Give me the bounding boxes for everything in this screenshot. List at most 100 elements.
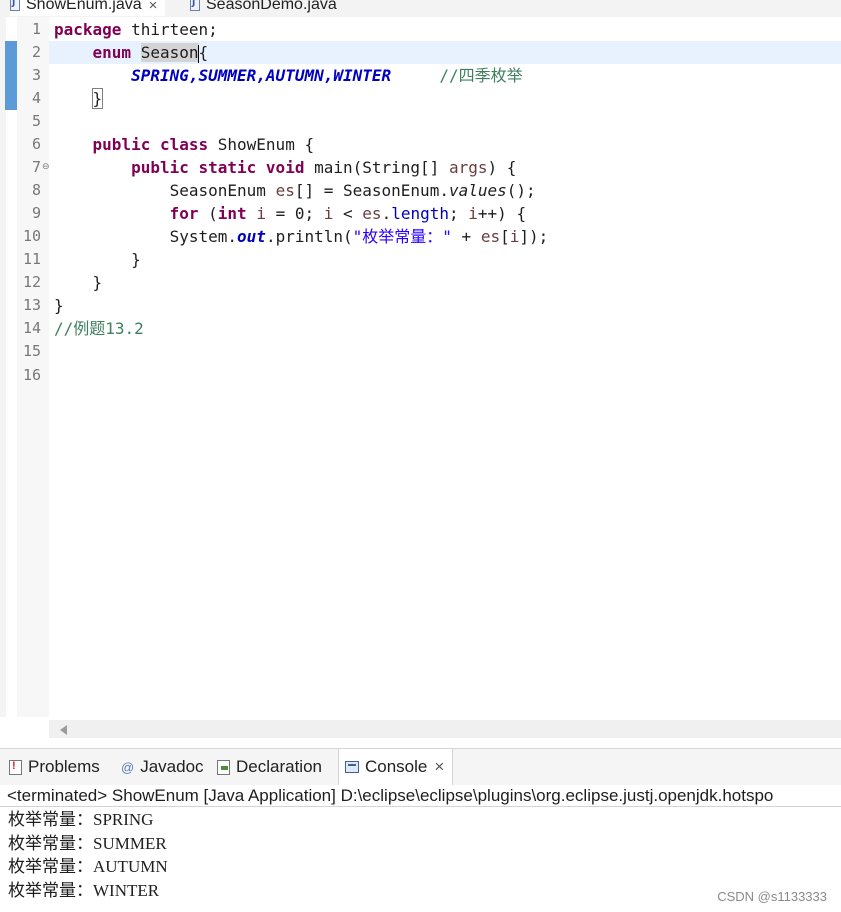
code-text: SeasonEnum bbox=[169, 181, 276, 200]
code-text: { bbox=[198, 43, 209, 62]
code-line: 4 } bbox=[0, 87, 841, 110]
editor-tab-bar: ShowEnum.java × SeasonDemo.java bbox=[0, 0, 841, 18]
code-text: } bbox=[54, 296, 64, 315]
keyword: public class bbox=[92, 135, 209, 154]
code-text: [] = SeasonEnum. bbox=[294, 181, 449, 200]
code-line: 15 bbox=[0, 340, 841, 363]
code-comment: //四季枚举 bbox=[439, 66, 523, 85]
variable: i bbox=[323, 204, 334, 223]
code-text: ++) { bbox=[477, 204, 527, 223]
static-method: values bbox=[448, 181, 507, 200]
field: length bbox=[391, 204, 449, 223]
watermark: CSDN @s1133333 bbox=[717, 889, 827, 904]
matching-bracket: } bbox=[91, 88, 104, 109]
code-line: 3 SPRING,SUMMER,AUTUMN,WINTER //四季枚举 bbox=[0, 64, 841, 87]
line-number: 8 bbox=[31, 181, 41, 199]
code-line: 10 System.out.println("枚举常量：" + es[i]); bbox=[0, 225, 841, 248]
code-text: } bbox=[131, 250, 141, 269]
code-text: main(String[] bbox=[304, 158, 449, 177]
variable: i bbox=[256, 204, 266, 223]
tab-console[interactable]: Console × bbox=[338, 749, 454, 785]
console-line: 枚举常量：SPRING bbox=[8, 810, 154, 829]
code-line: 1 package thirteen; bbox=[0, 18, 841, 41]
line-number: 14 bbox=[22, 319, 41, 337]
variable: es bbox=[362, 204, 382, 223]
variable: i bbox=[468, 204, 478, 223]
tab-label: Javadoc bbox=[140, 757, 204, 776]
code-editor[interactable]: 1 package thirteen; 2 enum Season{ 3 SPR… bbox=[0, 17, 841, 717]
code-line: 6 public class ShowEnum { bbox=[0, 133, 841, 156]
close-icon[interactable]: × bbox=[149, 0, 158, 14]
code-text: (); bbox=[506, 181, 536, 200]
horizontal-scrollbar[interactable] bbox=[49, 720, 841, 738]
code-line: 5 bbox=[0, 110, 841, 133]
close-icon[interactable]: × bbox=[434, 757, 444, 777]
selected-identifier: Season bbox=[140, 43, 199, 62]
code-text: [ bbox=[500, 227, 510, 246]
code-text: } bbox=[92, 273, 103, 292]
line-number: 12 bbox=[22, 273, 41, 291]
line-number: 3 bbox=[31, 66, 41, 84]
line-number: 15 bbox=[22, 342, 41, 360]
keyword: public static void bbox=[131, 158, 305, 177]
console-line: 枚举常量：SUMMER bbox=[8, 833, 167, 853]
code-line: 12 } bbox=[0, 271, 841, 294]
code-text: .println( bbox=[265, 227, 353, 246]
console-line: 枚举常量：AUTUMN bbox=[8, 857, 168, 876]
java-file-icon bbox=[10, 0, 20, 11]
tab-label: Problems bbox=[28, 757, 100, 776]
code-text: ; bbox=[449, 204, 469, 223]
tab-javadoc[interactable]: @ Javadoc bbox=[121, 749, 204, 785]
tab-label: Console bbox=[365, 757, 428, 776]
code-text: + bbox=[451, 227, 481, 246]
tab-label: ShowEnum.java bbox=[26, 0, 142, 13]
line-number: 10 bbox=[22, 227, 41, 245]
bottom-panel-tab-bar: Problems @ Javadoc Declaration Console × bbox=[0, 748, 841, 786]
line-number: 2 bbox=[31, 43, 41, 61]
code-text: ) { bbox=[487, 158, 517, 177]
console-output[interactable]: 枚举常量：SPRING 枚举常量：SUMMER 枚举常量：AUTUMN 枚举常量… bbox=[8, 808, 841, 902]
tab-seasondemo-java[interactable]: SeasonDemo.java bbox=[190, 0, 337, 16]
declaration-icon bbox=[217, 759, 230, 775]
code-comment: //例题13.2 bbox=[54, 319, 144, 338]
code-line: 14 //例题13.2 bbox=[0, 317, 841, 340]
enum-constants: SPRING,SUMMER,AUTUMN,WINTER bbox=[131, 66, 392, 85]
string-literal: "枚举常量：" bbox=[352, 227, 452, 246]
line-number: 16 bbox=[22, 366, 41, 384]
code-text: < bbox=[333, 204, 363, 223]
code-text: . bbox=[381, 204, 392, 223]
code-text: = 0; bbox=[265, 204, 324, 223]
line-number: 9 bbox=[31, 204, 41, 222]
console-status-line: <terminated> ShowEnum [Java Application]… bbox=[0, 785, 841, 807]
code-line: 2 enum Season{ bbox=[0, 41, 841, 64]
code-line: 8 SeasonEnum es[] = SeasonEnum.values(); bbox=[0, 179, 841, 202]
code-line: 11 } bbox=[0, 248, 841, 271]
java-file-icon bbox=[190, 0, 200, 11]
code-text: ( bbox=[198, 204, 218, 223]
code-text: ]); bbox=[519, 227, 549, 246]
tab-declaration[interactable]: Declaration bbox=[217, 749, 322, 785]
console-line: 枚举常量：WINTER bbox=[8, 880, 160, 900]
keyword: for bbox=[169, 204, 199, 223]
keyword: enum bbox=[92, 43, 132, 62]
line-number: 13 bbox=[22, 296, 41, 314]
problems-icon bbox=[9, 759, 22, 775]
fold-collapse-icon[interactable]: ⊖ bbox=[42, 156, 50, 179]
line-number: 1 bbox=[31, 20, 41, 38]
code-text: thirteen; bbox=[121, 20, 218, 39]
static-field: out bbox=[237, 227, 266, 246]
code-line: 16 bbox=[0, 364, 841, 387]
scroll-left-icon[interactable] bbox=[60, 725, 67, 735]
tab-problems[interactable]: Problems bbox=[9, 749, 100, 785]
variable: args bbox=[448, 158, 488, 177]
code-line: 7 ⊖ public static void main(String[] arg… bbox=[0, 156, 841, 179]
line-number: 6 bbox=[31, 135, 41, 153]
tab-label: SeasonDemo.java bbox=[206, 0, 337, 13]
keyword: int bbox=[217, 204, 247, 223]
variable: i bbox=[509, 227, 520, 246]
tab-label: Declaration bbox=[236, 757, 322, 776]
keyword: package bbox=[54, 20, 122, 39]
tab-showenum-java[interactable]: ShowEnum.java × bbox=[10, 0, 166, 16]
variable: es bbox=[275, 181, 295, 200]
